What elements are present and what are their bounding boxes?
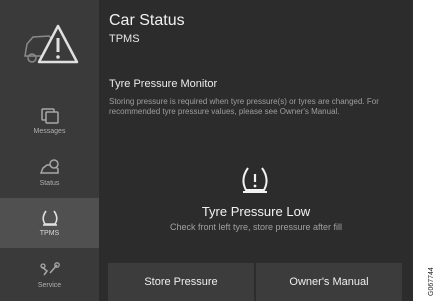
section-description: Storing pressure is required when tyre p…: [109, 97, 379, 116]
sidebar-item-tpms[interactable]: TPMS: [0, 198, 99, 248]
page-subtitle: TPMS: [109, 33, 140, 45]
sidebar-item-label: Status: [39, 180, 60, 187]
status-detail: Check front left tyre, store pressure af…: [169, 222, 343, 232]
status-heading: Tyre Pressure Low: [201, 204, 311, 219]
car-status-screen: Messages Status TPMS Service Car Status …: [0, 0, 413, 301]
status-icon: [39, 159, 59, 174]
tyre-pressure-warning-icon: [242, 167, 268, 193]
figure-reference: G067744: [428, 267, 435, 296]
messages-icon: [40, 108, 59, 124]
sidebar-item-status[interactable]: Status: [0, 148, 99, 198]
car-warning-icon: [23, 24, 78, 64]
page-title: Car Status: [109, 12, 185, 29]
sidebar-item-messages[interactable]: Messages: [0, 96, 99, 146]
store-pressure-button[interactable]: Store Pressure: [108, 263, 254, 301]
tyre-icon: [41, 210, 58, 226]
sidebar-item-label: Messages: [33, 128, 66, 135]
main-panel: Car Status TPMS Tyre Pressure Monitor St…: [99, 0, 413, 301]
sidebar: Messages Status TPMS Service: [0, 0, 99, 301]
service-icon: [39, 262, 60, 276]
sidebar-item-service[interactable]: Service: [0, 250, 99, 300]
section-title: Tyre Pressure Monitor: [109, 78, 218, 90]
car-warning-thumbnail: [0, 0, 99, 92]
owners-manual-button[interactable]: Owner's Manual: [256, 263, 402, 301]
sidebar-item-label: TPMS: [39, 230, 60, 237]
sidebar-item-label: Service: [37, 282, 62, 289]
